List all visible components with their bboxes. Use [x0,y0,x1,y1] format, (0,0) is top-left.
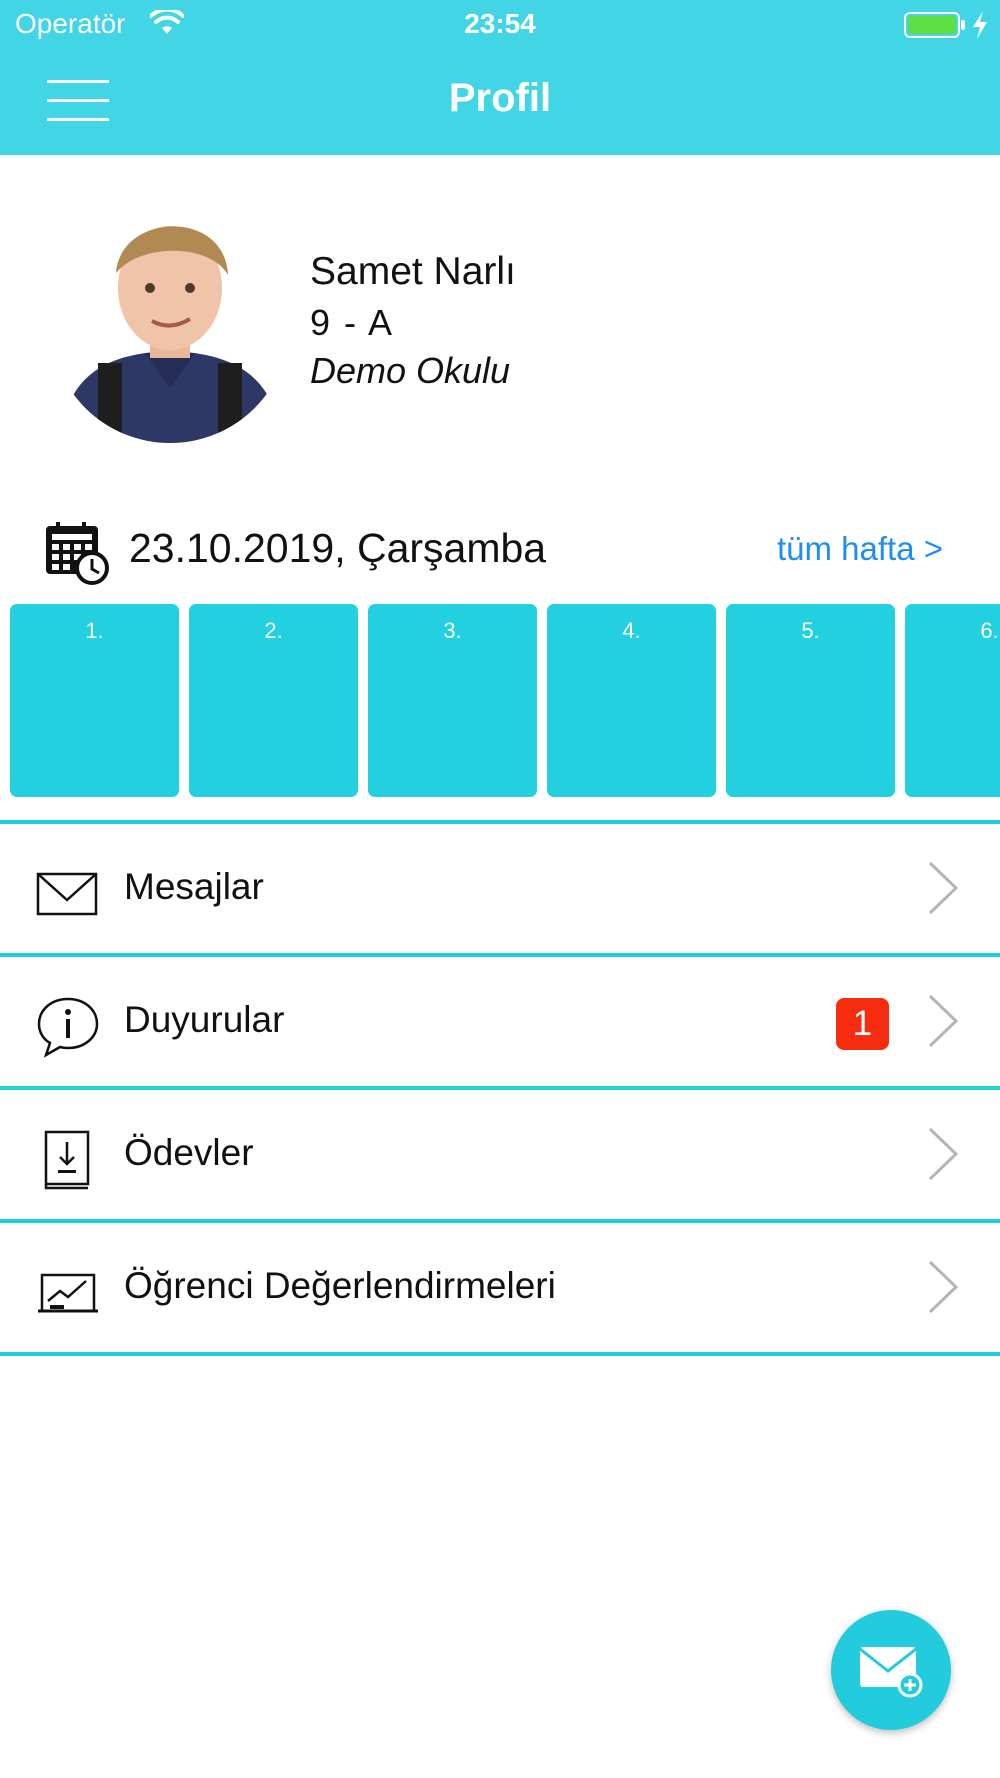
homework-book-icon [44,1130,90,1190]
menu-item-label: Öğrenci Değerlendirmeleri [124,1265,556,1306]
menu-item-announcements[interactable]: Duyurular 1 [0,957,1000,1086]
avatar [50,203,290,443]
page-title: Profil [448,76,552,120]
chevron-right-icon [928,1127,959,1181]
lesson-number: 3. [443,618,462,643]
notification-badge: 1 [836,998,889,1050]
lesson-strip[interactable]: 1. 2. 3. 4. 5. 6. [0,604,1000,797]
school-name: Demo Okulu [310,350,511,391]
calendar-clock-icon [46,522,109,585]
lesson-cell[interactable]: 4. [547,604,716,797]
new-message-button[interactable] [831,1610,951,1730]
battery-icon [904,12,965,38]
menu-item-messages[interactable]: Mesajlar [0,824,1000,953]
lesson-cell[interactable]: 6. [905,604,1000,797]
chevron-right-icon [928,861,959,915]
menu-item-label: Duyurular [124,999,285,1040]
menu-item-homework[interactable]: Ödevler [0,1090,1000,1219]
lesson-number: 6. [980,618,999,643]
status-time: 23:54 [464,8,536,39]
menu-item-label: Mesajlar [124,866,264,907]
chevron-right-icon [928,1260,959,1314]
chevron-right-icon [928,994,959,1048]
student-class: 9 - A [310,302,395,343]
divider [0,1352,1000,1356]
student-photo [60,203,290,443]
status-bar: Operatör 23:54 [0,0,1000,50]
student-name: Samet Narlı [310,250,516,293]
top-bar: Operatör 23:54 Profil [0,0,1000,155]
schedule-date: 23.10.2019, Çarşamba [129,525,547,571]
charging-bolt-icon [973,11,987,39]
chart-board-icon [38,1273,98,1313]
menu-item-evaluations[interactable]: Öğrenci Değerlendirmeleri [0,1223,1000,1352]
menu-item-label: Ödevler [124,1132,254,1173]
lesson-cell[interactable]: 2. [189,604,358,797]
whole-week-link[interactable]: tüm hafta > [777,530,943,568]
lesson-number: 1. [85,618,104,643]
lesson-number: 5. [801,618,820,643]
lesson-cell[interactable]: 5. [726,604,895,797]
envelope-icon [36,872,98,916]
info-bubble-icon [37,997,99,1058]
lesson-number: 4. [622,618,641,643]
lesson-number: 2. [264,618,283,643]
lesson-cell[interactable]: 1. [10,604,179,797]
lesson-cell[interactable]: 3. [368,604,537,797]
new-message-icon [859,1647,923,1698]
